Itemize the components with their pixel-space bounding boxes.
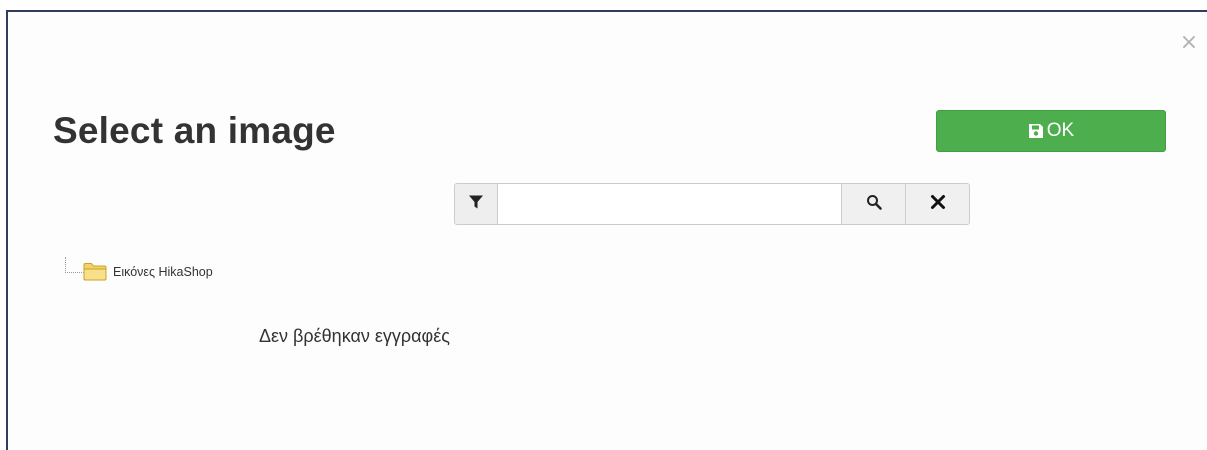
no-records-message: Δεν βρέθηκαν εγγραφές <box>259 326 450 346</box>
search-button[interactable] <box>841 184 905 224</box>
clear-search-button[interactable] <box>905 184 969 224</box>
funnel-icon <box>468 194 484 215</box>
x-icon <box>930 194 946 215</box>
close-icon: × <box>1179 30 1199 55</box>
close-button[interactable]: × <box>1179 32 1199 54</box>
floppy-disk-icon <box>1028 123 1044 139</box>
tree-node-label: Εικόνες HikaShop <box>113 264 213 279</box>
image-select-modal: × Select an image OK Εικόνες HikaShop Δε… <box>6 10 1207 450</box>
folder-icon <box>83 262 113 281</box>
ok-button-label: OK <box>1046 120 1075 141</box>
filter-addon <box>455 184 498 224</box>
tree-connector-line <box>65 257 84 273</box>
magnifier-icon <box>866 194 882 215</box>
search-input[interactable] <box>498 184 841 224</box>
tree-node-hikashop-images[interactable]: Εικόνες HikaShop <box>83 262 213 281</box>
search-filter-group <box>454 183 970 225</box>
dialog-title: Select an image <box>53 110 336 151</box>
ok-button[interactable]: OK <box>936 110 1166 152</box>
